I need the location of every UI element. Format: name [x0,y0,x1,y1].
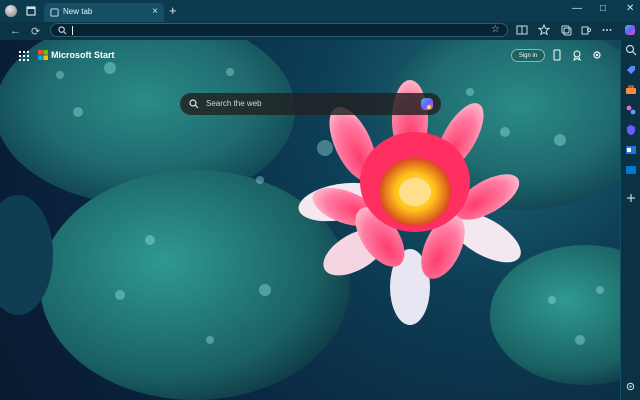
copilot-icon[interactable] [419,96,435,112]
refresh-button[interactable]: ⟳ [31,25,40,38]
outlook-icon[interactable] [625,144,637,156]
settings-icon[interactable] [625,381,636,392]
tab-close-icon[interactable]: × [152,6,158,17]
outlook-icon[interactable] [625,164,637,176]
address-caret [72,26,73,35]
profile-avatar[interactable] [5,5,17,17]
tab-actions-icon[interactable] [25,5,37,17]
extensions-icon[interactable] [580,24,592,36]
microsoft-logo-icon [38,50,48,60]
more-icon[interactable] [601,24,613,36]
favorite-star-icon[interactable]: ☆ [491,24,500,35]
tab-new-tab[interactable]: New tab × [44,3,164,22]
close-window-button[interactable]: ✕ [626,3,634,14]
brand-title: Microsoft Start [51,50,115,60]
sign-in-button[interactable]: Sign in [511,49,545,62]
search-icon [189,99,199,109]
web-search-box[interactable]: Search the web [180,93,441,115]
gear-icon[interactable] [591,49,603,61]
rewards-icon[interactable] [571,49,583,61]
minimize-button[interactable]: — [572,3,582,14]
new-tab-icon [50,8,59,17]
search-icon [58,26,67,35]
games-icon[interactable] [625,104,637,116]
apps-grid-icon[interactable] [18,50,30,62]
plus-icon[interactable] [625,192,637,204]
favorites-icon[interactable] [538,24,550,36]
address-bar[interactable]: ☆ [50,23,508,37]
maximize-button[interactable]: □ [600,3,606,14]
edge-sidebar [620,40,640,400]
tab-title: New tab [63,7,93,16]
tag-icon[interactable] [625,64,637,76]
search-placeholder: Search the web [206,99,262,108]
phone-icon[interactable] [551,49,563,61]
collections-icon[interactable] [560,24,572,36]
shield-icon[interactable] [625,124,637,136]
copilot-icon[interactable] [624,24,636,36]
search-icon[interactable] [625,44,637,56]
new-tab-button[interactable]: + [169,3,177,18]
briefcase-icon[interactable] [625,84,637,96]
new-tab-page: Microsoft Start Sign in Search the web [0,40,620,400]
back-button[interactable]: ← [10,25,21,37]
split-screen-icon[interactable] [516,24,528,36]
title-bar: New tab × + — □ ✕ [0,0,640,22]
